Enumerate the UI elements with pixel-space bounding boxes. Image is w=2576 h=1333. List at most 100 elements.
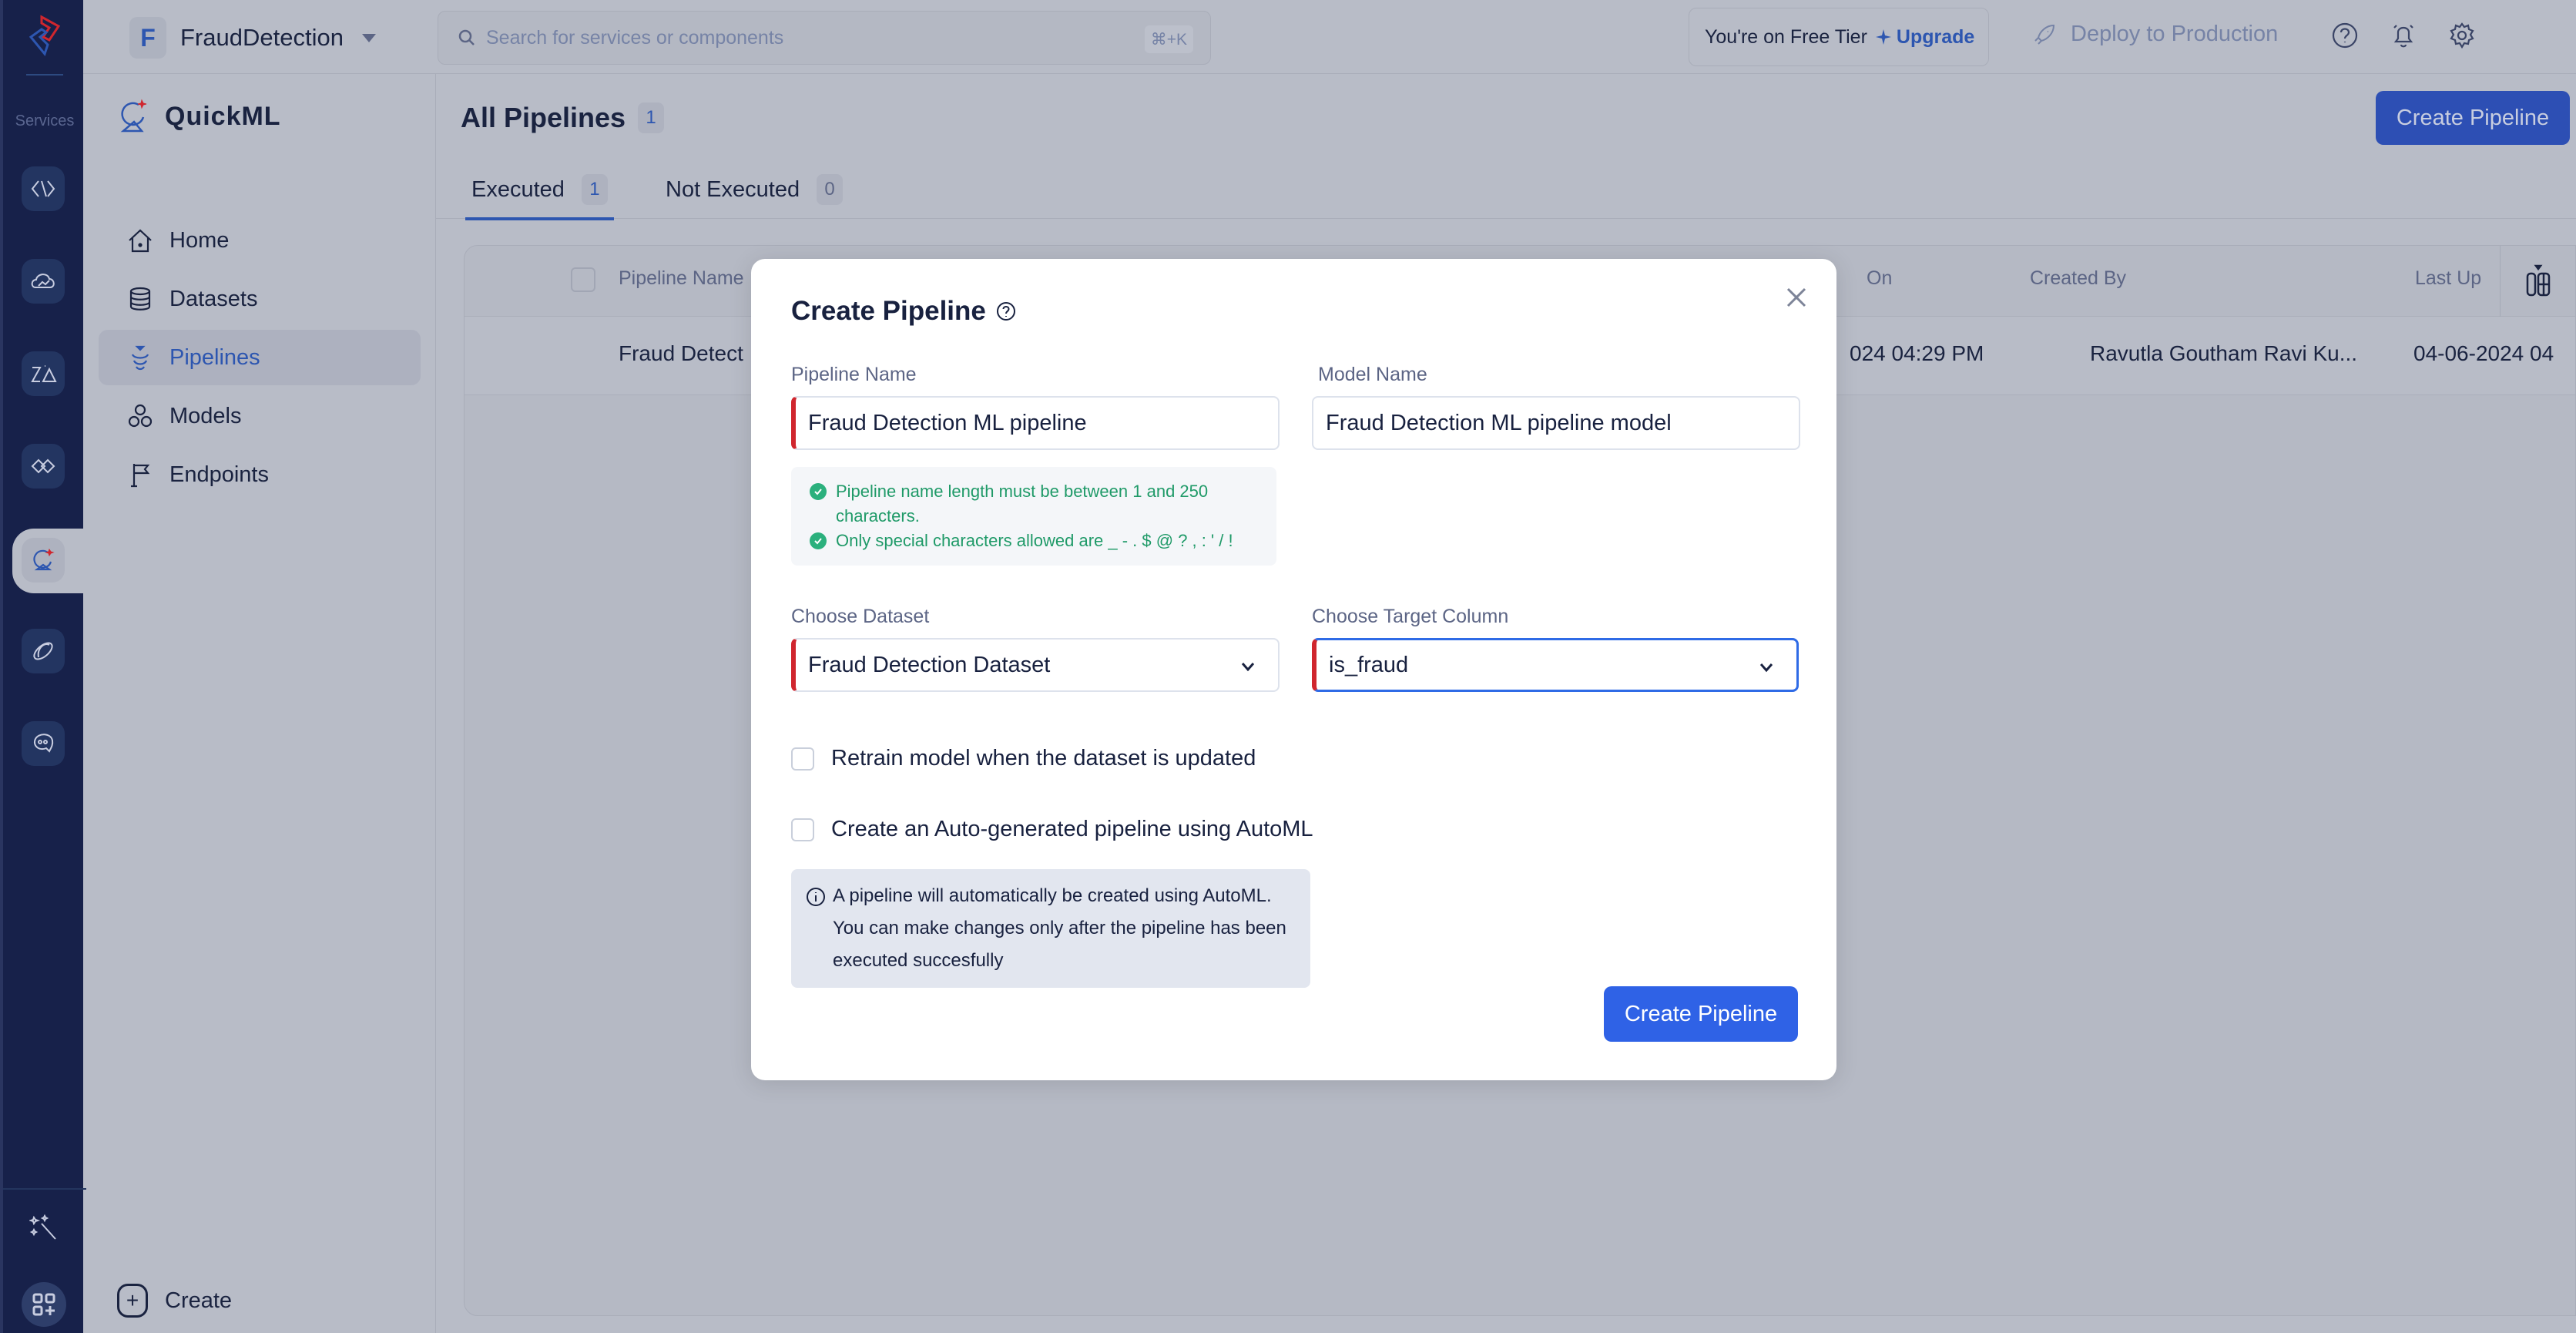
project-switcher[interactable]: F FraudDetection [129,17,376,59]
chat-bot-icon[interactable] [22,721,65,766]
database-icon [129,287,151,311]
cell-pipeline-name[interactable]: Fraud Detect [619,341,743,366]
plus-icon: + [117,1284,148,1318]
target-column-select[interactable]: is_fraud [1312,638,1799,692]
column-header-last-updated[interactable]: Last Up [2415,267,2481,290]
link-orbit-icon[interactable] [22,629,65,673]
settings-gear-icon[interactable] [2447,20,2477,51]
sidebar-item-endpoints[interactable]: Endpoints [99,447,421,502]
pipeline-name-input[interactable]: Fraud Detection ML pipeline [791,396,1280,450]
upgrade-label: Upgrade [1896,25,1975,48]
cell-created-on: 024 04:29 PM [1850,341,1984,365]
pipeline-name-label: Pipeline Name [791,364,917,385]
sidebar-item-datasets[interactable]: Datasets [99,271,421,327]
select-all-checkbox[interactable] [571,267,595,292]
quickml-icon[interactable] [22,538,65,583]
dataset-value: Fraud Detection Dataset [808,652,1051,677]
sidebar-item-label: Home [169,227,230,253]
services-label: Services [15,112,75,129]
create-pipeline-header-button[interactable]: Create Pipeline [2376,91,2570,145]
project-initial-badge: F [129,17,166,59]
tab-not-executed[interactable]: Not Executed 0 [666,166,844,213]
retrain-checkbox[interactable] [791,747,814,771]
catalyst-logo-icon[interactable] [25,14,65,60]
quickml-title: QuickML [165,101,281,131]
retrain-option[interactable]: Retrain model when the dataset is update… [791,746,1256,771]
sidebar-item-pipelines[interactable]: Pipelines [99,330,421,385]
pipeline-name-rules: Pipeline name length must be between 1 a… [791,467,1276,566]
sidebar-item-models[interactable]: Models [99,388,421,444]
dialog-title: Create Pipeline [791,296,1017,327]
sidebar-item-label: Models [169,403,242,428]
check-circle-icon [810,532,827,549]
tab-label: Not Executed [666,176,800,202]
target-column-value: is_fraud [1329,652,1409,677]
tab-count-badge: 0 [817,174,844,205]
automl-option[interactable]: Create an Auto-generated pipeline using … [791,817,1313,842]
cell-created-by: Ravutla Goutham Ravi Ku... [2090,341,2358,365]
tab-label: Executed [471,176,565,202]
notification-bell-icon[interactable] [2388,20,2419,51]
deploy-label: Deploy to Production [2071,22,2279,46]
validation-hint: Pipeline name length must be between 1 a… [810,479,1258,529]
validation-hint: Only special characters allowed are _ - … [810,529,1258,553]
column-header-created-on[interactable]: On [1867,267,1892,290]
rail-divider [26,74,63,76]
dataset-select[interactable]: Fraud Detection Dataset [791,638,1280,692]
column-header-created-by[interactable]: Created By [2030,267,2126,290]
create-label: Create [165,1288,233,1313]
model-name-label: Model Name [1318,364,1427,385]
help-icon[interactable] [995,301,1017,322]
magic-wand-icon[interactable] [29,1213,60,1244]
retrain-label: Retrain model when the dataset is update… [831,746,1256,771]
apps-add-icon[interactable] [22,1282,66,1327]
quickml-brand: QuickML [119,99,281,134]
flag-icon [131,464,150,488]
handshake-icon[interactable] [22,444,65,489]
column-header-pipeline-name[interactable]: Pipeline Name [619,267,744,290]
target-column-label: Choose Target Column [1312,606,1509,627]
pipelines-count-badge: 1 [638,102,665,133]
help-icon[interactable] [2329,20,2360,51]
sidebar-item-label: Endpoints [169,462,269,487]
model-name-input[interactable]: Fraud Detection ML pipeline model [1312,396,1800,450]
free-tier-banner: You're on Free Tier Upgrade [1689,8,1989,66]
upgrade-link[interactable]: Upgrade [1875,26,1974,49]
automl-info-note: A pipeline will automatically be created… [791,869,1310,988]
close-icon[interactable] [1781,282,1812,313]
project-name: FraudDetection [180,24,344,51]
info-text: A pipeline will automatically be created… [833,885,1286,971]
hint-text: Only special characters allowed are _ - … [836,531,1233,550]
hint-text: Pipeline name length must be between 1 a… [836,482,1209,525]
search-placeholder: Search for services or components [486,26,784,49]
code-brackets-icon[interactable] [22,166,65,211]
automl-label: Create an Auto-generated pipeline using … [831,817,1313,841]
page-title: All Pipelines 1 [461,102,665,134]
quickml-logo-icon [120,99,147,133]
sidebar-nav: Home Datasets Pipelines Models Endpoints [99,213,421,505]
tier-text: You're on Free Tier [1705,25,1867,48]
chevron-down-icon [1759,663,1773,673]
automl-checkbox[interactable] [791,818,814,841]
check-circle-icon [810,483,827,500]
deploy-to-production-button[interactable]: Deploy to Production [2032,22,2278,47]
cell-last-updated: 04-06-2024 04 [2413,341,2554,365]
sidebar-item-label: Datasets [169,286,258,311]
column-settings-icon[interactable] [2500,246,2575,317]
create-pipeline-dialog: Create Pipeline Pipeline Name Fraud Dete… [751,259,1836,1080]
search-shortcut: ⌘+K [1144,25,1193,53]
caret-down-icon [361,33,376,42]
info-icon [807,888,825,906]
cloud-analytics-icon[interactable] [22,259,65,304]
tab-count-badge: 1 [581,174,608,205]
top-bar: F FraudDetection Search for services or … [83,0,2576,74]
sidebar-item-home[interactable]: Home [99,213,421,268]
rail-bottom-divider [3,1188,86,1190]
zia-icon[interactable] [22,351,65,396]
search-input[interactable]: Search for services or components ⌘+K [438,11,1211,65]
sparkle-icon [1875,29,1891,45]
tab-executed[interactable]: Executed 1 [465,166,614,220]
models-icon [128,404,153,428]
create-pipeline-submit-button[interactable]: Create Pipeline [1604,986,1798,1042]
create-button[interactable]: + Create [117,1284,232,1318]
